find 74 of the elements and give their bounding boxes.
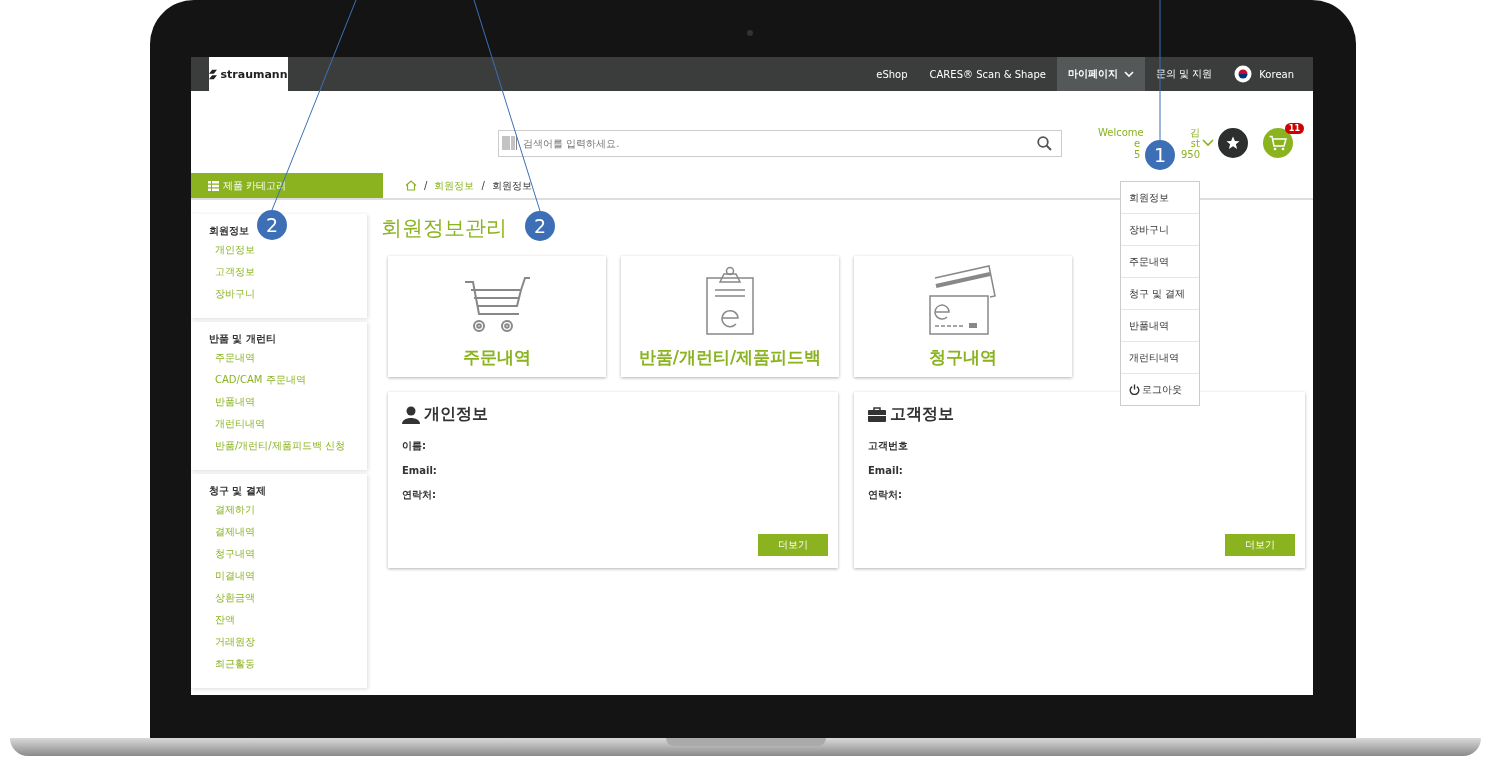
payment-card-icon bbox=[927, 264, 999, 336]
welcome-text: 5 bbox=[1134, 148, 1141, 160]
menu-item[interactable]: 장바구니 bbox=[1121, 214, 1199, 246]
sidebar-link[interactable]: 반품/개런티/제품피드백 신청 bbox=[209, 440, 357, 452]
field-label: 연락처: bbox=[402, 488, 436, 502]
list-icon bbox=[208, 180, 219, 191]
more-button[interactable]: 더보기 bbox=[758, 534, 828, 556]
welcome-text: 김 bbox=[1190, 126, 1200, 138]
sidebar-link[interactable]: 청구내역 bbox=[209, 548, 357, 560]
welcome-text: st bbox=[1190, 137, 1200, 149]
power-icon bbox=[1129, 384, 1140, 395]
korea-flag-icon bbox=[1234, 65, 1253, 83]
sidebar-link[interactable]: 미결내역 bbox=[209, 570, 357, 582]
menu-item[interactable]: 회원정보 bbox=[1121, 182, 1199, 214]
sidebar-heading: 회원정보 bbox=[209, 224, 249, 238]
field-label: Email: bbox=[402, 465, 437, 476]
sidebar-link[interactable]: CAD/CAM 주문내역 bbox=[209, 374, 357, 386]
sidebar-link[interactable]: 개인정보 bbox=[209, 244, 357, 256]
logo-text: straumann bbox=[220, 67, 288, 81]
menu-item[interactable]: 로그아웃 bbox=[1121, 374, 1199, 405]
breadcrumb-separator: / bbox=[424, 180, 428, 191]
breadcrumb-separator: / bbox=[481, 180, 485, 191]
favorites-button[interactable] bbox=[1218, 128, 1248, 158]
sidebar-link[interactable]: 잔액 bbox=[209, 614, 357, 626]
sidebar-link[interactable]: 결제내역 bbox=[209, 526, 357, 538]
sidebar-link[interactable]: 반품내역 bbox=[209, 396, 357, 408]
breadcrumb-current: 회원정보 bbox=[491, 178, 532, 193]
sidebar-heading: 반품 및 개런티 bbox=[209, 332, 276, 346]
card-title-text: 고객정보 bbox=[890, 404, 954, 425]
sidebar-link[interactable]: 주문내역 bbox=[209, 352, 357, 364]
person-icon bbox=[402, 405, 420, 424]
language-selector[interactable]: Korean bbox=[1223, 57, 1305, 91]
search-field[interactable]: 검색어를 입력하세요. bbox=[498, 129, 1062, 157]
shortcut-tile[interactable]: 청구내역 bbox=[854, 256, 1072, 377]
briefcase-icon bbox=[868, 406, 886, 423]
more-button[interactable]: 더보기 bbox=[1225, 534, 1295, 556]
shortcut-tile[interactable]: 반품/개런티/제품피드백 bbox=[621, 256, 839, 377]
sidebar-link[interactable]: 장바구니 bbox=[209, 288, 357, 300]
logo-icon bbox=[209, 68, 218, 80]
page-title: 회원정보관리 bbox=[381, 215, 507, 242]
nav-link[interactable]: 문의 및 지원 bbox=[1144, 57, 1224, 91]
field-label: 이름: bbox=[402, 439, 426, 453]
sidebar-link[interactable]: 상환금액 bbox=[209, 592, 357, 604]
nav-link[interactable]: CARES® Scan & Shape bbox=[918, 57, 1057, 91]
cart-count-badge: 11 bbox=[1284, 123, 1304, 134]
clipboard-icon bbox=[705, 266, 755, 336]
shortcut-tile[interactable]: 주문내역 bbox=[388, 256, 606, 377]
card-title-text: 개인정보 bbox=[424, 404, 488, 425]
sidebar-link[interactable]: 거래원장 bbox=[209, 636, 357, 648]
sidebar-link[interactable]: 최근활동 bbox=[209, 658, 357, 670]
welcome-text: 950 bbox=[1180, 148, 1200, 160]
welcome-text: Welcome bbox=[1098, 126, 1144, 138]
cart-icon bbox=[1269, 135, 1287, 151]
field-label: Email: bbox=[868, 465, 903, 476]
breadcrumb-link[interactable]: 회원정보 bbox=[434, 178, 475, 193]
menu-item[interactable]: 주문내역 bbox=[1121, 246, 1199, 278]
search-icon[interactable] bbox=[1037, 135, 1052, 151]
menu-item[interactable]: 반품내역 bbox=[1121, 310, 1199, 342]
sidebar-link[interactable]: 고객정보 bbox=[209, 266, 357, 278]
nav-link[interactable]: 마이페이지 bbox=[1056, 57, 1145, 91]
barcode-icon bbox=[502, 134, 518, 151]
star-icon bbox=[1226, 136, 1240, 150]
sidebar-link[interactable]: 개런티내역 bbox=[209, 418, 357, 430]
field-label: 고객번호 bbox=[868, 439, 908, 453]
field-label: 연락처: bbox=[868, 488, 902, 502]
logo[interactable]: straumann bbox=[209, 57, 288, 91]
menu-item[interactable]: 개런티내역 bbox=[1121, 342, 1199, 374]
chevron-down-icon bbox=[1123, 70, 1134, 78]
sidebar-link[interactable]: 결제하기 bbox=[209, 504, 357, 516]
welcome-text: e bbox=[1134, 137, 1141, 149]
category-button[interactable]: 제품 카테고리 bbox=[191, 173, 383, 198]
menu-item[interactable]: 청구 및 결제 bbox=[1121, 278, 1199, 310]
nav-link[interactable]: eShop bbox=[865, 57, 919, 91]
sidebar-heading: 청구 및 결제 bbox=[209, 484, 266, 498]
